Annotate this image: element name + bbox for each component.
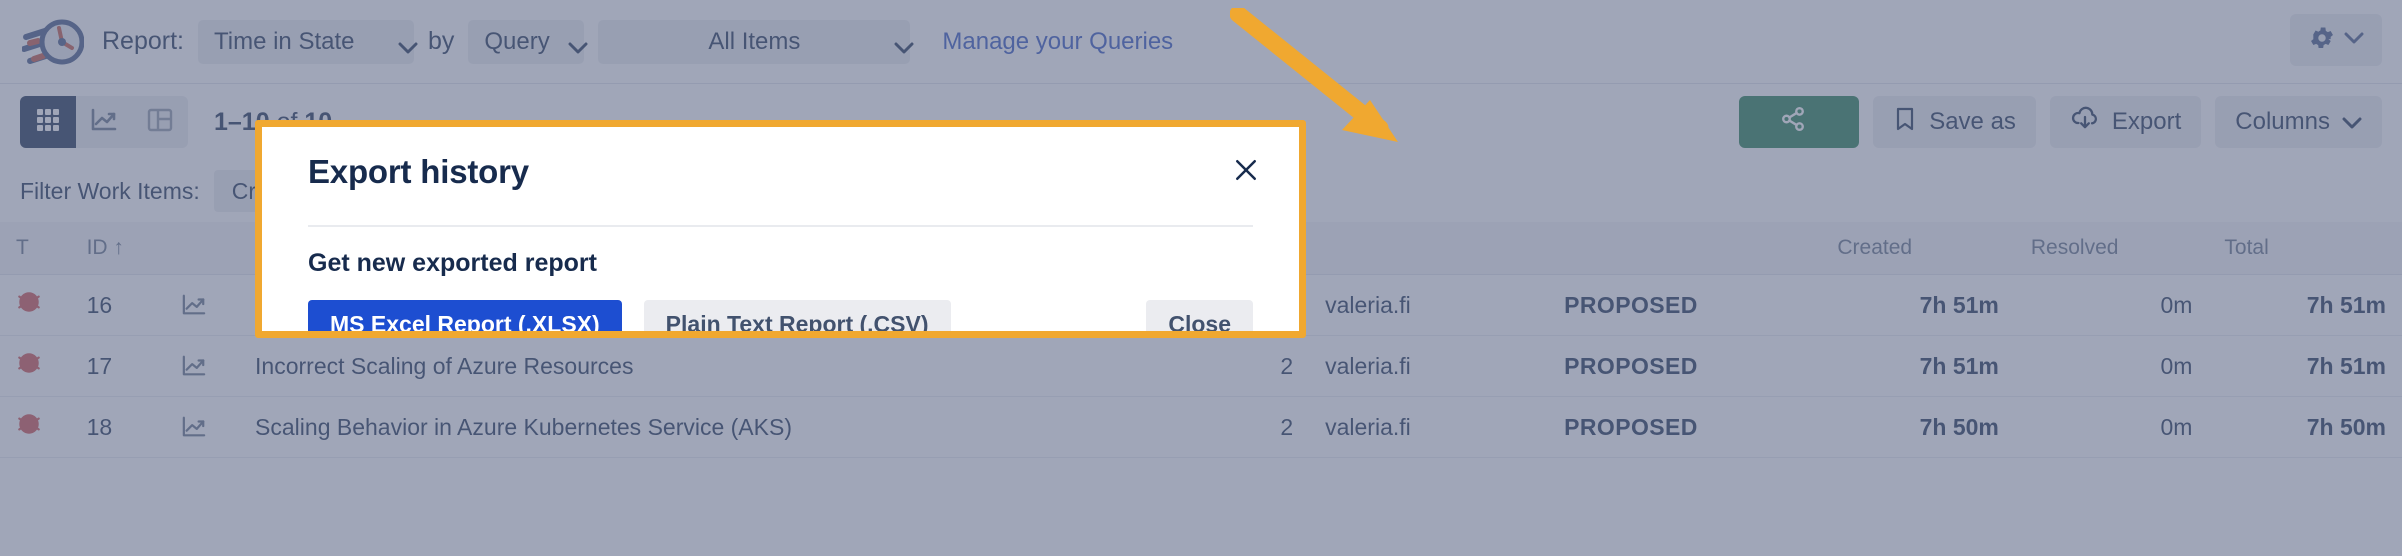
dialog-close-button[interactable]	[1229, 155, 1263, 189]
export-csv-button[interactable]: Plain Text Report (.CSV)	[644, 300, 951, 338]
dialog-actions: MS Excel Report (.XLSX) Plain Text Repor…	[308, 300, 1253, 338]
dialog-body: Export history Get new exported report M…	[262, 127, 1299, 331]
dialog-close-action-button[interactable]: Close	[1146, 300, 1253, 338]
dialog-subtitle: Get new exported report	[308, 249, 1253, 278]
close-icon	[1231, 155, 1261, 190]
app-root: Report: Time in State by Query All Items	[0, 0, 2402, 556]
dialog-title: Export history	[308, 153, 1253, 191]
dialog-divider	[308, 225, 1253, 227]
export-xlsx-button[interactable]: MS Excel Report (.XLSX)	[308, 300, 622, 338]
export-history-dialog: Export history Get new exported report M…	[255, 120, 1306, 338]
